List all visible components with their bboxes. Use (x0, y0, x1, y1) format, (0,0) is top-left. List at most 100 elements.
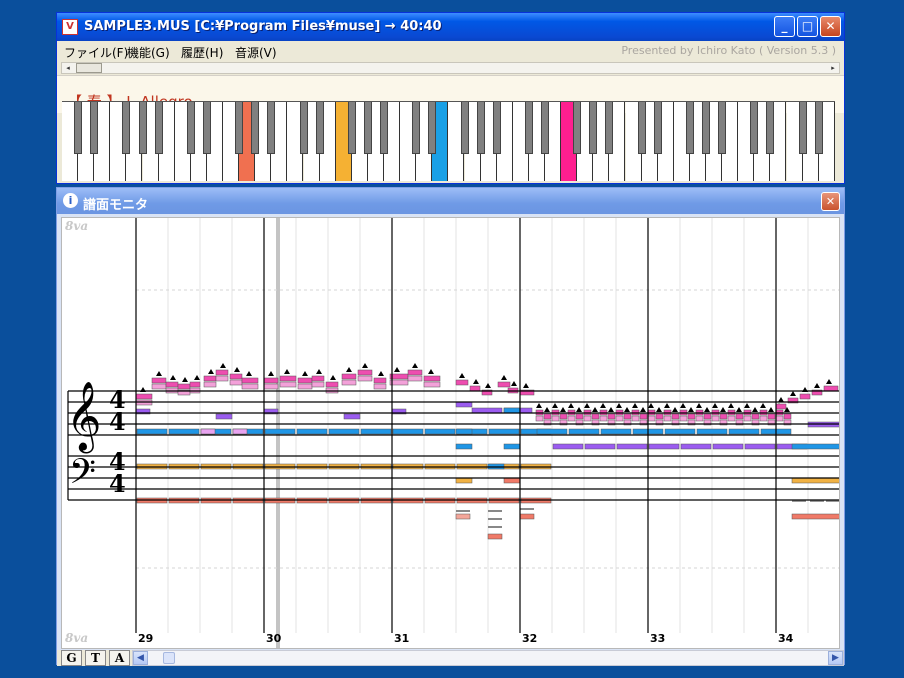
sharp-marker-icon (656, 407, 662, 412)
maximize-button[interactable]: □ (797, 16, 818, 37)
menu-sound-source[interactable]: 音源(V) (235, 44, 277, 61)
monitor-title-bar[interactable]: i 譜面モニタ ✕ (57, 188, 844, 214)
black-key[interactable] (718, 102, 727, 154)
score-view[interactable]: 8va 8va 29 30 31 32 33 34 𝄞 𝄢 4 4 4 4 (61, 217, 840, 649)
credit-text: Presented by Ichiro Kato ( Version 5.3 ) (621, 44, 836, 57)
black-key[interactable] (605, 102, 614, 154)
black-key[interactable] (589, 102, 598, 154)
violin2-note (215, 413, 233, 420)
violin1-note (389, 373, 409, 380)
black-key[interactable] (637, 102, 646, 154)
violin1-note (151, 383, 167, 390)
violin1-note (469, 385, 481, 392)
menu-function[interactable]: 機能(G) (127, 44, 170, 61)
violin1-note (407, 375, 423, 382)
viola-note (232, 428, 248, 435)
violin1-note (311, 375, 325, 382)
violin2-note (648, 443, 680, 450)
black-key[interactable] (90, 102, 99, 154)
close-button[interactable]: ✕ (820, 16, 841, 37)
sharp-marker-icon (720, 407, 726, 412)
black-key[interactable] (347, 102, 356, 154)
violin1-note (551, 415, 560, 422)
violin1-note (263, 383, 279, 390)
violin1-note (341, 379, 357, 386)
tempo-scrollbar[interactable]: ◂ ▸ (61, 62, 840, 74)
tab-a[interactable]: A (109, 650, 130, 666)
scroll-right-arrow-icon[interactable]: ▸ (827, 63, 839, 73)
violin1-note (743, 415, 752, 422)
black-key[interactable] (492, 102, 501, 154)
black-key[interactable] (235, 102, 244, 154)
black-key[interactable] (524, 102, 533, 154)
black-key[interactable] (154, 102, 163, 154)
black-key[interactable] (476, 102, 485, 154)
violin2-note (680, 443, 712, 450)
black-key[interactable] (267, 102, 276, 154)
menu-file[interactable]: ファイル(F) (64, 44, 128, 61)
hscroll-right-arrow-icon[interactable]: ▶ (828, 651, 843, 665)
measure-number: 34 (778, 632, 794, 645)
viola-note (696, 428, 728, 435)
black-key[interactable] (541, 102, 549, 154)
black-key[interactable] (380, 102, 388, 154)
violin2-note (616, 443, 648, 450)
black-key[interactable] (702, 102, 710, 154)
violin1-note (727, 415, 736, 422)
black-key[interactable] (299, 102, 308, 154)
violin1-note (655, 413, 664, 420)
black-key[interactable] (315, 102, 324, 154)
score-monitor-window: i 譜面モニタ ✕ 8va 8va 29 30 31 32 33 34 𝄞 𝄢 4 4 4… (56, 187, 845, 666)
monitor-close-button[interactable]: ✕ (821, 192, 840, 211)
bass-note (519, 513, 535, 520)
hscroll-thumb[interactable] (163, 652, 175, 664)
minimize-button[interactable]: _ (774, 16, 795, 37)
cello-note (791, 477, 839, 484)
violin1-note (535, 415, 544, 422)
black-key[interactable] (685, 102, 694, 154)
black-key[interactable] (460, 102, 469, 154)
black-key[interactable] (573, 102, 582, 154)
violin1-note (631, 415, 640, 422)
sharp-marker-icon (511, 381, 517, 386)
sharp-marker-icon (568, 403, 574, 408)
menu-history[interactable]: 履歴(H) (181, 44, 223, 61)
tab-g[interactable]: G (61, 650, 82, 666)
sharp-marker-icon (284, 369, 290, 374)
sharp-marker-icon (394, 367, 400, 372)
violin2-note (343, 413, 361, 420)
menu-bar: ファイル(F) 機能(G) 履歴(H) 音源(V) Presented by I… (57, 41, 844, 61)
hscroll-left-arrow-icon[interactable]: ◀ (133, 651, 148, 665)
black-key[interactable] (798, 102, 807, 154)
black-key[interactable] (750, 102, 759, 154)
black-key[interactable] (653, 102, 662, 154)
violin1-note (373, 383, 387, 390)
black-key[interactable] (412, 102, 421, 154)
scroll-left-arrow-icon[interactable]: ◂ (62, 63, 74, 73)
app-icon[interactable]: V (62, 19, 78, 35)
black-key[interactable] (186, 102, 195, 154)
viola-note (664, 428, 696, 435)
sharp-marker-icon (268, 371, 274, 376)
black-key[interactable] (251, 102, 260, 154)
scroll-thumb[interactable] (76, 63, 102, 73)
violin1-note (711, 415, 720, 422)
violin1-note (263, 377, 279, 384)
black-key[interactable] (428, 102, 437, 154)
black-key[interactable] (202, 102, 211, 154)
sharp-marker-icon (592, 407, 598, 412)
violin1-note (423, 381, 441, 388)
sharp-marker-icon (672, 407, 678, 412)
violin1-note (357, 375, 373, 382)
tab-t[interactable]: T (85, 650, 106, 666)
black-key[interactable] (814, 102, 823, 154)
main-title-bar[interactable]: V SAMPLE3.MUS [C:¥Program Files¥muse] → … (57, 13, 844, 41)
black-key[interactable] (122, 102, 131, 154)
violin1-note (639, 413, 648, 420)
viola-note (600, 428, 632, 435)
black-key[interactable] (363, 102, 372, 154)
score-horizontal-scrollbar[interactable]: ◀ ▶ (132, 650, 844, 666)
black-key[interactable] (766, 102, 775, 154)
black-key[interactable] (138, 102, 147, 154)
black-key[interactable] (74, 102, 83, 154)
